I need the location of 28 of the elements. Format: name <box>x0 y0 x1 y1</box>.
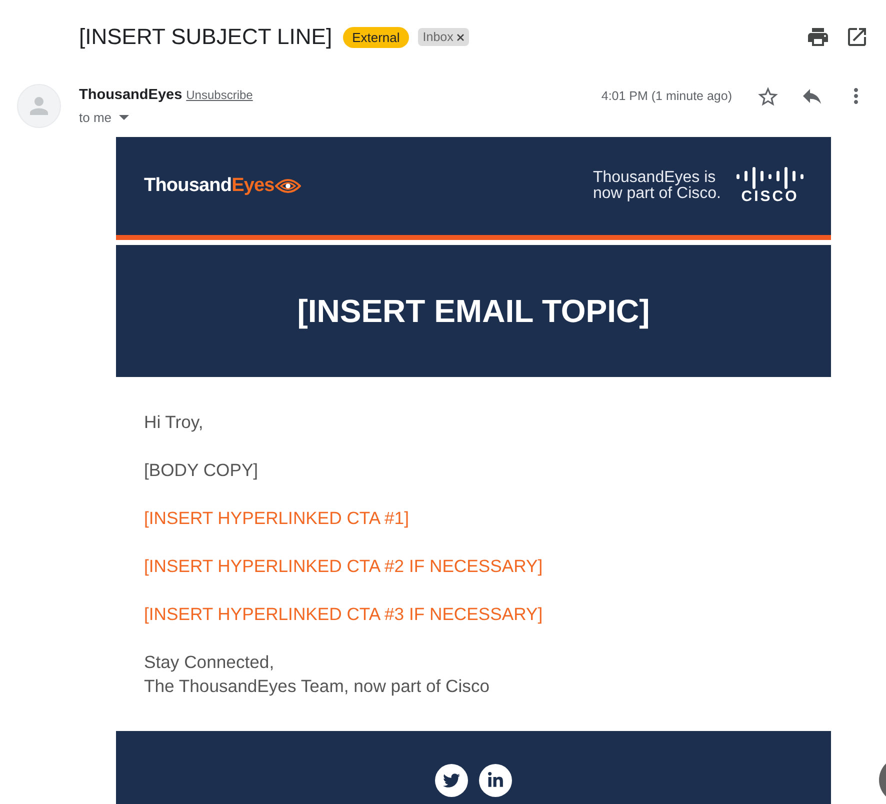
brand-logo-text: ThousandEyes <box>144 175 274 197</box>
subject-title: [INSERT SUBJECT LINE] <box>79 24 332 50</box>
category-label[interactable]: External <box>343 26 409 48</box>
cta-link[interactable]: [INSERT HYPERLINKED CTA #1] <box>144 506 409 530</box>
unsubscribe-link[interactable]: Unsubscribe <box>186 84 253 106</box>
message-time: 4:01 PM (1 minute ago) <box>601 88 732 105</box>
partner-logo-text: CISCO <box>741 189 799 205</box>
bars-icon <box>736 167 804 189</box>
body-paragraph: [BODY COPY] <box>144 459 258 482</box>
caret-icon <box>118 114 129 120</box>
body-paragraph: Hi Troy, <box>144 411 204 434</box>
cta-link[interactable]: [INSERT HYPERLINKED CTA #2 IF NECESSARY] <box>144 554 543 578</box>
body-paragraph: Stay Connected, The ThousandEyes Team, now part of Cisco <box>144 651 490 698</box>
print-icon <box>808 28 828 46</box>
folder-label[interactable]: Inbox <box>418 28 470 46</box>
cta-link[interactable]: [INSERT HYPERLINKED CTA #3 IF NECESSARY] <box>144 602 543 626</box>
more-vertical-icon <box>854 88 858 104</box>
sender-name: ThousandEyes <box>79 86 182 105</box>
recipient-dropdown[interactable]: to me <box>79 106 129 128</box>
linkedin-icon[interactable] <box>479 764 512 797</box>
bird-icon[interactable] <box>435 764 468 797</box>
reply-icon <box>803 88 821 104</box>
tagline-text: ThousandEyes is now part of Cisco. <box>592 170 721 202</box>
topic-title: [INSERT EMAIL TOPIC] <box>297 292 650 330</box>
open-in-new-icon <box>848 28 866 46</box>
close-icon[interactable] <box>457 34 464 40</box>
avatar-icon <box>17 84 61 128</box>
eye-icon <box>275 178 302 194</box>
